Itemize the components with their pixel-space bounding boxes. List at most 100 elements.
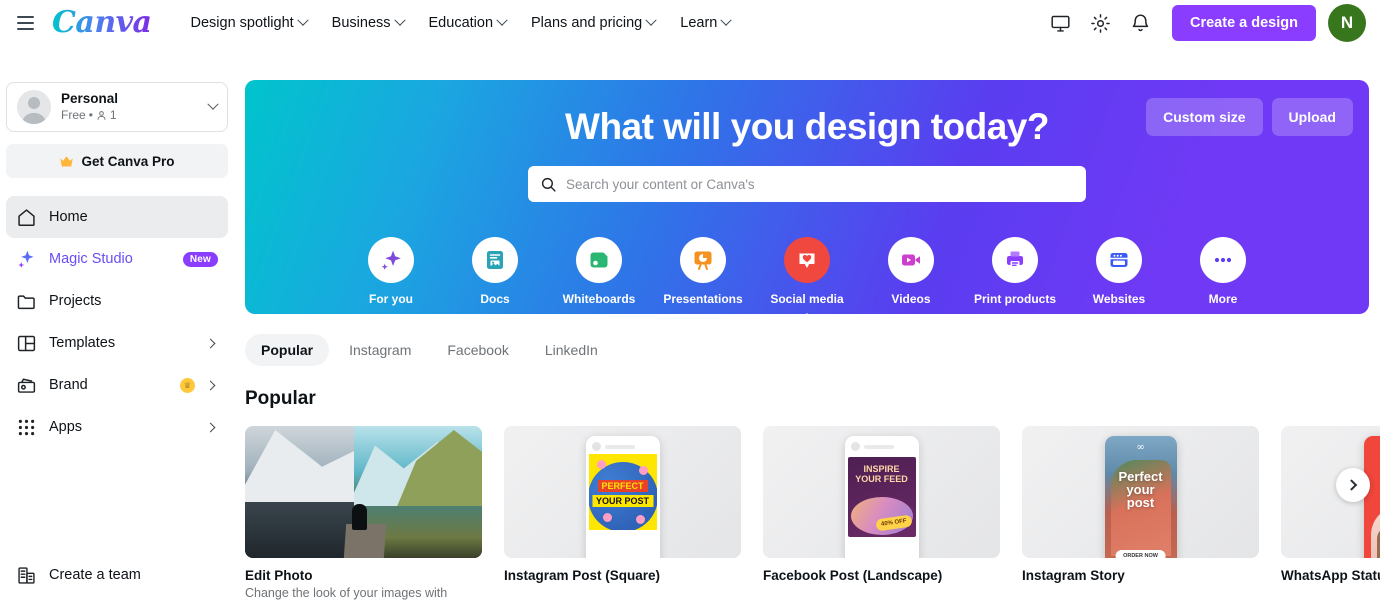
tab-instagram[interactable]: Instagram: [333, 334, 427, 366]
nav-item-label: Education: [428, 15, 494, 31]
apps-grid-icon: [16, 417, 37, 438]
new-badge: New: [182, 251, 218, 267]
ellipsis-icon: [1200, 237, 1246, 283]
category-label: Presentations: [663, 292, 743, 306]
card-thumbnail[interactable]: INSPIRE YOUR FEED 40% OFF: [763, 426, 1000, 558]
chevron-down-icon: [720, 14, 733, 26]
category-print-products[interactable]: Print products: [963, 237, 1067, 306]
sidebar-item-apps[interactable]: Apps: [6, 406, 228, 448]
doc-icon: [472, 237, 518, 283]
gear-icon[interactable]: [1082, 5, 1118, 41]
card-title: Instagram Post (Square): [504, 568, 661, 583]
artwork-text-1: INSPIRE: [863, 464, 900, 474]
top-navigation-bar: Canva Design spotlight Business Educatio…: [0, 0, 1380, 46]
sidebar-item-label: Templates: [49, 335, 116, 351]
next-arrow-button[interactable]: [1336, 468, 1370, 502]
get-canva-pro-button[interactable]: Get Canva Pro: [6, 144, 228, 178]
artwork-text-1: PERFECT: [597, 480, 648, 492]
section-title: Popular: [245, 388, 316, 409]
category-social-media[interactable]: Social media: [755, 237, 859, 306]
sidebar-item-create-a-team[interactable]: Create a team: [6, 554, 228, 596]
inspire-your-feed-artwork: INSPIRE YOUR FEED 40% OFF: [844, 436, 919, 558]
filter-tabs: Popular Instagram Facebook LinkedIn: [245, 334, 1380, 366]
chevron-down-icon: [645, 14, 657, 26]
sidebar-item-label: Apps: [49, 419, 83, 435]
category-whiteboards[interactable]: Whiteboards: [547, 237, 651, 306]
account-member-count: 1: [109, 108, 117, 123]
person-icon: [97, 111, 106, 121]
card-facebook-post-landscape[interactable]: INSPIRE YOUR FEED 40% OFF Facebook Post …: [763, 426, 1000, 600]
sidebar-item-templates[interactable]: Templates: [6, 322, 228, 364]
crown-icon: [60, 155, 74, 166]
bell-icon[interactable]: [1122, 5, 1158, 41]
account-subtitle: Free • 1: [61, 108, 118, 123]
card-title: Facebook Post (Landscape): [763, 568, 943, 583]
sidebar-item-projects[interactable]: Projects: [6, 280, 228, 322]
photo-editor-artwork: [245, 426, 482, 558]
hamburger-menu-icon[interactable]: [8, 6, 42, 40]
crown-icon: ♕: [180, 377, 195, 393]
upload-button[interactable]: Upload: [1271, 98, 1353, 136]
sidebar-item-home[interactable]: Home: [6, 196, 228, 238]
account-avatar-icon: [17, 90, 51, 124]
tab-linkedin[interactable]: LinkedIn: [529, 334, 614, 366]
main-content: What will you design today? Custom size …: [236, 46, 1380, 604]
tab-facebook[interactable]: Facebook: [431, 334, 524, 366]
sidebar-item-label: Brand: [49, 377, 88, 393]
category-docs[interactable]: Docs: [443, 237, 547, 306]
chevron-down-icon: [393, 14, 406, 26]
category-label: More: [1208, 292, 1238, 306]
brand-icon: [16, 375, 37, 396]
sidebar-item-brand[interactable]: Brand ♕: [6, 364, 228, 406]
nav-item-design-spotlight[interactable]: Design spotlight: [180, 8, 318, 38]
category-label: Docs: [480, 292, 510, 306]
card-subtitle: Change the look of your images with: [245, 586, 448, 600]
whiteboard-icon: [576, 237, 622, 283]
nav-item-label: Design spotlight: [190, 15, 294, 31]
nav-item-education[interactable]: Education: [418, 8, 518, 38]
tab-popular[interactable]: Popular: [245, 334, 330, 366]
top-nav-items: Design spotlight Business Education Plan…: [180, 8, 742, 38]
custom-size-button[interactable]: Custom size: [1146, 98, 1263, 136]
category-label: Videos: [891, 292, 931, 306]
card-edit-photo[interactable]: Edit Photo Change the look of your image…: [245, 426, 482, 600]
user-avatar[interactable]: N: [1328, 4, 1366, 42]
top-nav-actions: Create a design N: [1042, 4, 1380, 42]
chevron-down-icon: [297, 14, 309, 26]
category-presentations[interactable]: Presentations: [651, 237, 755, 306]
category-label: Print products: [973, 292, 1056, 306]
account-switcher[interactable]: Personal Free • 1: [6, 82, 228, 132]
sidebar-item-label: Create a team: [49, 567, 141, 583]
nav-item-business[interactable]: Business: [321, 8, 415, 38]
category-shortcuts: For you Docs Whiteboards Presentations S…: [245, 237, 1369, 306]
card-thumbnail[interactable]: ∞ Perfect your post ORDER NOW: [1022, 426, 1259, 558]
nav-item-label: Business: [331, 15, 391, 31]
category-websites[interactable]: Websites: [1067, 237, 1171, 306]
category-videos[interactable]: Videos: [859, 237, 963, 306]
create-a-design-button[interactable]: Create a design: [1172, 5, 1316, 41]
card-title: Instagram Story: [1022, 568, 1125, 583]
card-whatsapp-status[interactable]: Reach more people WhatsApp Status: [1281, 426, 1380, 600]
home-icon: [16, 207, 37, 228]
card-instagram-story[interactable]: ∞ Perfect your post ORDER NOW Instagram …: [1022, 426, 1259, 600]
card-instagram-post-square[interactable]: PERFECT YOUR POST Instagram Post (Square…: [504, 426, 741, 600]
artwork-cta: ORDER NOW: [1115, 550, 1166, 558]
category-for-you[interactable]: For you: [339, 237, 443, 306]
nav-item-plans-and-pricing[interactable]: Plans and pricing: [520, 8, 666, 38]
printer-icon: [992, 237, 1038, 283]
category-label: For you: [369, 292, 413, 306]
card-thumbnail[interactable]: PERFECT YOUR POST: [504, 426, 741, 558]
search-input[interactable]: [566, 176, 1074, 192]
sidebar: Personal Free • 1 Get Canva Pro Home Mag…: [0, 46, 236, 604]
account-plan: Free: [61, 108, 86, 123]
hero-search-bar[interactable]: [528, 166, 1086, 202]
card-thumbnail[interactable]: [245, 426, 482, 558]
chevron-right-icon: [205, 338, 216, 348]
canva-logo[interactable]: Canva: [52, 6, 152, 40]
category-more[interactable]: More: [1171, 237, 1275, 306]
sidebar-item-magic-studio[interactable]: Magic Studio New: [6, 238, 228, 280]
artwork-text-2: YOUR FEED: [855, 474, 908, 485]
nav-item-learn[interactable]: Learn: [669, 8, 741, 38]
monitor-icon[interactable]: [1042, 5, 1078, 41]
heart-speech-icon: [784, 237, 830, 283]
